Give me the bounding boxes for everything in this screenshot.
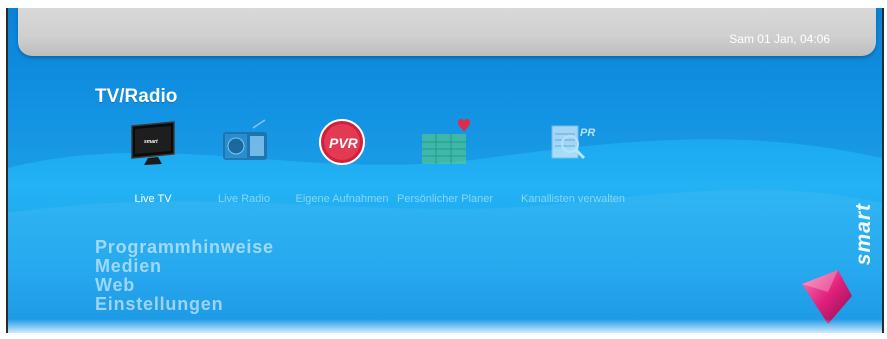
top-status-bar: Sam 01 Jan, 04:06 — [18, 8, 876, 56]
channel-list-icon: PR — [546, 118, 600, 170]
tile-persoenlicher-planer[interactable]: Persönlicher Planer — [390, 118, 500, 207]
tile-label: Live Radio — [218, 193, 270, 205]
brand-logo: smart — [852, 203, 875, 266]
tv-screen: Sam 01 Jan, 04:06 TV/Radio smart Live TV — [6, 8, 884, 333]
tv-frame: Sam 01 Jan, 04:06 TV/Radio smart Live TV — [0, 0, 887, 339]
tile-label: Persönlicher Planer — [397, 193, 493, 205]
datetime-text: Sam 01 Jan, 04:06 — [729, 32, 830, 46]
section-title: TV/Radio — [95, 86, 178, 107]
pvr-icon-text: PVR — [329, 135, 359, 151]
radio-icon — [217, 118, 271, 170]
pvr-icon: PVR — [315, 118, 369, 170]
menu-item-web[interactable]: Web — [95, 276, 274, 295]
main-menu: Programmhinweise Medien Web Einstellunge… — [95, 238, 274, 314]
tile-live-radio[interactable]: Live Radio — [189, 118, 299, 207]
tile-label: Eigene Aufnahmen — [295, 193, 389, 205]
tile-label: Kanallisten verwalten — [521, 193, 625, 205]
pr-icon-text: PR — [580, 127, 595, 139]
menu-item-einstellungen[interactable]: Einstellungen — [95, 295, 274, 314]
planner-icon — [418, 118, 472, 170]
svg-text:smart: smart — [144, 139, 158, 145]
bottom-glow — [8, 319, 882, 333]
menu-item-medien[interactable]: Medien — [95, 257, 274, 276]
menu-item-programmhinweise[interactable]: Programmhinweise — [95, 238, 274, 257]
tile-eigene-aufnahmen[interactable]: PVR Eigene Aufnahmen — [287, 118, 397, 207]
tv-icon: smart — [126, 118, 180, 170]
tile-kanallisten-verwalten[interactable]: PR Kanallisten verwalten — [510, 118, 636, 207]
